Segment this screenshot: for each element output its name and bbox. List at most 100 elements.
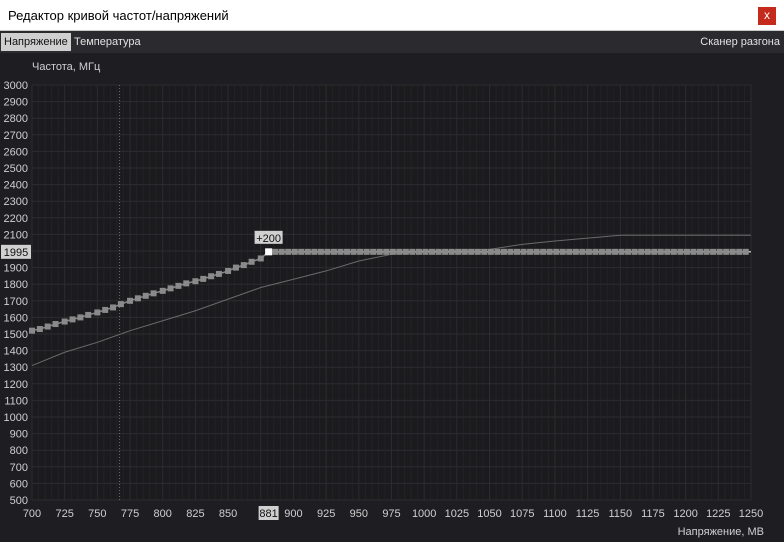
curve-point[interactable] <box>330 248 337 255</box>
curve-point[interactable] <box>134 295 141 302</box>
curve-point[interactable] <box>69 316 76 323</box>
curve-point[interactable] <box>36 326 43 333</box>
curve-point[interactable] <box>579 248 586 255</box>
curve-point[interactable] <box>468 248 475 255</box>
curve-point[interactable] <box>44 323 51 330</box>
curve-point[interactable] <box>192 278 199 285</box>
vf-curve-chart[interactable]: 500 600 700 800 900 1000 1100 1200 1300 1400 1500 1… <box>0 0 784 542</box>
curve-point[interactable] <box>240 262 247 269</box>
curve-point[interactable] <box>357 248 364 255</box>
curve-point[interactable] <box>572 248 579 255</box>
curve-point[interactable] <box>500 248 507 255</box>
curve-point[interactable] <box>481 248 488 255</box>
curve-point[interactable] <box>396 248 403 255</box>
curve-point[interactable] <box>651 248 658 255</box>
curve-point[interactable] <box>215 270 222 277</box>
curve-point[interactable] <box>657 248 664 255</box>
curve-point[interactable] <box>77 314 84 321</box>
curve-point[interactable] <box>736 248 743 255</box>
curve-point[interactable] <box>716 248 723 255</box>
curve-point[interactable] <box>376 248 383 255</box>
curve-point[interactable] <box>697 248 704 255</box>
curve-point[interactable] <box>200 275 207 282</box>
curve-point[interactable] <box>422 248 429 255</box>
curve-point[interactable] <box>729 248 736 255</box>
curve-point[interactable] <box>598 248 605 255</box>
curve-point[interactable] <box>61 318 68 325</box>
curve-point[interactable] <box>742 248 749 255</box>
curve-point[interactable] <box>370 248 377 255</box>
curve-point[interactable] <box>559 248 566 255</box>
curve-point[interactable] <box>435 248 442 255</box>
curve-point[interactable] <box>612 248 619 255</box>
curve-point[interactable] <box>585 248 592 255</box>
curve-point[interactable] <box>324 248 331 255</box>
curve-point[interactable] <box>248 258 255 265</box>
curve-point[interactable] <box>257 255 264 262</box>
curve-point[interactable] <box>183 280 190 287</box>
curve-point[interactable] <box>232 264 239 271</box>
curve-point[interactable] <box>350 248 357 255</box>
curve-point[interactable] <box>723 248 730 255</box>
curve-point[interactable] <box>167 285 174 292</box>
curve-point[interactable] <box>415 248 422 255</box>
curve-point[interactable] <box>520 248 527 255</box>
curve-point[interactable] <box>363 248 370 255</box>
curve-point[interactable] <box>389 248 396 255</box>
curve-point[interactable] <box>533 248 540 255</box>
curve-point[interactable] <box>285 248 292 255</box>
curve-point[interactable] <box>690 248 697 255</box>
curve-point[interactable] <box>638 248 645 255</box>
curve-point[interactable] <box>102 306 109 313</box>
curve-point[interactable] <box>337 248 344 255</box>
curve-point[interactable] <box>546 248 553 255</box>
curve-point[interactable] <box>298 248 305 255</box>
curve-point[interactable] <box>52 321 59 328</box>
curve-point[interactable] <box>142 292 149 299</box>
curve-point[interactable] <box>175 282 182 289</box>
curve-point[interactable] <box>304 248 311 255</box>
curve-point[interactable] <box>29 327 35 334</box>
curve-point[interactable] <box>94 309 101 316</box>
curve-point[interactable] <box>344 248 351 255</box>
curve-point[interactable] <box>710 248 717 255</box>
curve-point[interactable] <box>644 248 651 255</box>
curve-point[interactable] <box>553 248 560 255</box>
curve-point[interactable] <box>317 248 324 255</box>
curve-point[interactable] <box>631 248 638 255</box>
curve-point[interactable] <box>455 248 462 255</box>
curve-point[interactable] <box>159 287 166 294</box>
curve-point[interactable] <box>442 248 449 255</box>
curve-point[interactable] <box>487 248 494 255</box>
curve-point[interactable] <box>703 248 710 255</box>
curve-point[interactable] <box>272 248 279 255</box>
curve-point[interactable] <box>110 304 117 311</box>
curve-point[interactable] <box>625 248 632 255</box>
curve-point[interactable] <box>127 297 134 304</box>
curve-point[interactable] <box>683 248 690 255</box>
curve-point[interactable] <box>448 248 455 255</box>
curve-point[interactable] <box>278 248 285 255</box>
curve-point[interactable] <box>150 290 157 297</box>
curve-point[interactable] <box>513 248 520 255</box>
curve-point[interactable] <box>383 248 390 255</box>
curve-point[interactable] <box>461 248 468 255</box>
curve-point[interactable] <box>618 248 625 255</box>
curve-point[interactable] <box>225 267 232 274</box>
curve-point[interactable] <box>540 248 547 255</box>
curve-point[interactable] <box>566 248 573 255</box>
curve-point[interactable] <box>494 248 501 255</box>
curve-point[interactable] <box>474 248 481 255</box>
curve-point[interactable] <box>429 248 436 255</box>
curve-point[interactable] <box>507 248 514 255</box>
curve-point[interactable] <box>311 248 318 255</box>
curve-point[interactable] <box>402 248 409 255</box>
curve-point[interactable] <box>291 248 298 255</box>
curve-point[interactable] <box>117 301 124 308</box>
selected-curve-point[interactable] <box>265 248 273 256</box>
curve-point[interactable] <box>208 273 215 280</box>
curve-point[interactable] <box>527 248 534 255</box>
curve-point[interactable] <box>605 248 612 255</box>
curve-point[interactable] <box>592 248 599 255</box>
curve-point[interactable] <box>670 248 677 255</box>
